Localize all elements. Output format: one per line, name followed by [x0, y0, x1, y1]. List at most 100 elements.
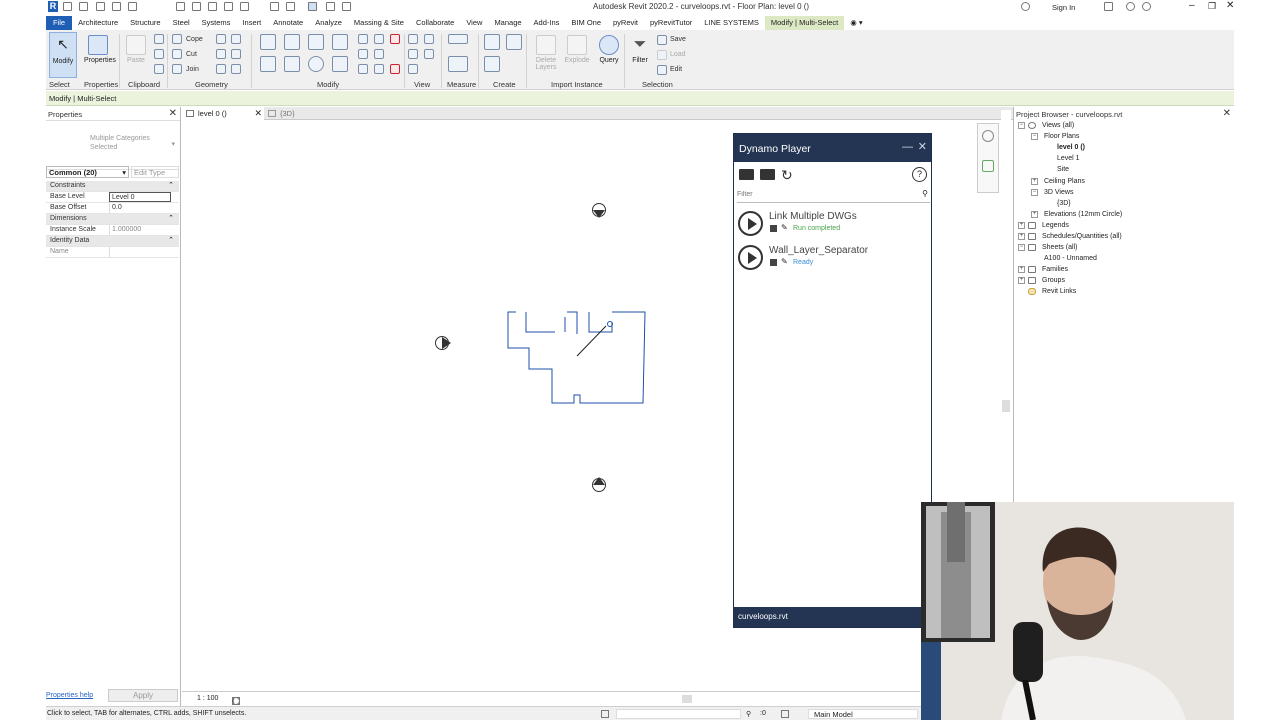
tree-ceiling-plans[interactable]: Ceiling Plans [1044, 178, 1085, 185]
tree-groups[interactable]: Groups [1042, 277, 1065, 284]
rotate-icon[interactable] [308, 56, 324, 72]
sync-icon[interactable] [96, 2, 105, 11]
cut-geometry-icon[interactable] [172, 49, 182, 59]
delete-icon[interactable] [390, 64, 400, 74]
save-selection-icon[interactable] [657, 35, 667, 45]
view-scale[interactable]: 1 : 100 [197, 695, 218, 702]
close-icon[interactable]: ✕ [169, 108, 177, 119]
create-parts-icon[interactable] [484, 56, 500, 72]
cut-clipboard-icon[interactable] [154, 34, 164, 44]
paste-button[interactable]: Paste [122, 32, 150, 78]
cope-icon[interactable] [172, 34, 182, 44]
tab-pyrevit[interactable]: pyRevit [607, 16, 644, 30]
collapse-icon[interactable]: ⌃ [168, 236, 174, 244]
trim-multiple-icon[interactable] [358, 64, 368, 74]
instance-scale-field[interactable]: 1.000000 [109, 225, 171, 235]
edit-icon[interactable]: ✎ [781, 257, 788, 266]
tab-manage[interactable]: Manage [488, 16, 527, 30]
restore-icon[interactable]: ❐ [1208, 1, 1216, 12]
tab-modify-multi-select[interactable]: Modify | Multi-Select [764, 16, 845, 30]
tab-insert[interactable]: Insert [236, 16, 267, 30]
geometry-tool-3-icon[interactable] [216, 49, 226, 59]
help-icon[interactable]: ? [912, 167, 927, 182]
expand-icon[interactable]: + [1018, 266, 1025, 273]
tab-systems[interactable]: Systems [196, 16, 237, 30]
cope-button[interactable]: Cope [186, 36, 203, 43]
play-icon[interactable] [738, 211, 763, 236]
chevron-left-icon[interactable]: ‹ [232, 697, 235, 705]
apply-button[interactable]: Apply [108, 689, 178, 702]
override-graphics-icon[interactable] [408, 34, 418, 44]
expand-icon[interactable]: + [1018, 222, 1025, 229]
tab-3d[interactable]: {3D} [264, 107, 324, 120]
name-field[interactable] [109, 247, 171, 257]
tab-level-0[interactable]: level 0 () ✕ [182, 107, 264, 120]
tree-3d-views[interactable]: 3D Views [1044, 189, 1073, 196]
filter-button[interactable]: ⏷ Filter [626, 32, 654, 78]
edit-type-button[interactable]: Edit Type [131, 166, 179, 178]
switch-windows-icon[interactable] [308, 2, 317, 11]
selection-filter-icon[interactable]: ⚲ [746, 710, 751, 718]
collapse-icon[interactable]: − [1031, 189, 1038, 196]
scrollbar-thumb[interactable] [1002, 400, 1010, 412]
base-level-field[interactable]: Level 0 [109, 192, 171, 202]
edit-selection-button[interactable]: Edit [670, 66, 682, 73]
group-dimensions[interactable]: Dimensions ⌃ [46, 214, 179, 225]
refresh-icon[interactable]: ↻ [781, 167, 793, 184]
tree-revit-links[interactable]: Revit Links [1042, 288, 1076, 295]
mirror-axis-icon[interactable] [308, 34, 324, 50]
tab-view[interactable]: View [460, 16, 488, 30]
design-options-icon[interactable] [781, 710, 789, 718]
edit-selection-icon[interactable] [657, 65, 667, 75]
pin-icon[interactable] [390, 34, 400, 44]
save-icon[interactable] [79, 2, 88, 11]
load-selection-button[interactable]: Load [670, 51, 686, 58]
collapse-icon[interactable]: ⌃ [168, 214, 174, 222]
save-selection-button[interactable]: Save [670, 36, 686, 43]
tree-elevations[interactable]: Elevations (12mm Circle) [1044, 211, 1122, 218]
close-inactive-icon[interactable] [326, 2, 335, 11]
array-icon[interactable] [374, 34, 384, 44]
geometry-tool-6-icon[interactable] [231, 64, 241, 74]
group-constraints[interactable]: Constraints ⌃ [46, 181, 179, 192]
join-icon[interactable] [172, 64, 182, 74]
expand-icon[interactable]: + [1018, 233, 1025, 240]
create-group-icon[interactable] [506, 34, 522, 50]
exchange-icon[interactable] [1126, 2, 1135, 11]
geometry-tool-1-icon[interactable] [216, 34, 226, 44]
dynamo-player-titlebar[interactable]: Dynamo Player — ✕ [734, 134, 931, 162]
help-icon[interactable] [1142, 2, 1151, 11]
tab-analyze[interactable]: Analyze [309, 16, 348, 30]
cut-button[interactable]: Cut [186, 51, 197, 58]
tree-families[interactable]: Families [1042, 266, 1068, 273]
tree-schedules[interactable]: Schedules/Quantities (all) [1042, 233, 1122, 240]
tab-structure[interactable]: Structure [124, 16, 166, 30]
inputs-icon[interactable] [770, 225, 777, 232]
tree-legends[interactable]: Legends [1042, 222, 1069, 229]
modify-button[interactable]: ↖ Modify [49, 32, 77, 78]
tab-massing-site[interactable]: Massing & Site [348, 16, 410, 30]
close-icon[interactable]: ✕ [918, 140, 927, 153]
collapse-icon[interactable]: − [1018, 122, 1025, 129]
tab-line-systems[interactable]: LINE SYSTEMS [698, 16, 765, 30]
split-gap-icon[interactable] [374, 64, 384, 74]
copy-element-icon[interactable] [284, 56, 300, 72]
building-outline[interactable] [507, 311, 646, 404]
collapse-icon[interactable]: − [1031, 133, 1038, 140]
create-similar-icon[interactable] [484, 34, 500, 50]
steering-wheel-icon[interactable] [982, 130, 994, 142]
tree-floor-plans[interactable]: Floor Plans [1044, 133, 1079, 140]
tab-add-ins[interactable]: Add-Ins [528, 16, 566, 30]
ribbon-options-icon[interactable]: ◉ ▾ [844, 16, 868, 30]
collapse-icon[interactable]: ⌃ [168, 181, 174, 189]
open-icon[interactable] [63, 2, 72, 11]
load-selection-icon[interactable] [657, 50, 667, 60]
tab-bim-one[interactable]: BIM One [565, 16, 607, 30]
horizontal-scrollbar[interactable] [682, 695, 692, 703]
tab-file[interactable]: File [46, 16, 73, 30]
tree-sheets[interactable]: Sheets (all) [1042, 244, 1077, 251]
minimize-icon[interactable]: — [902, 141, 913, 153]
tab-architecture[interactable]: Architecture [72, 16, 124, 30]
elevation-marker-north[interactable] [592, 203, 606, 219]
filter-field[interactable]: ⚲ [737, 188, 930, 203]
